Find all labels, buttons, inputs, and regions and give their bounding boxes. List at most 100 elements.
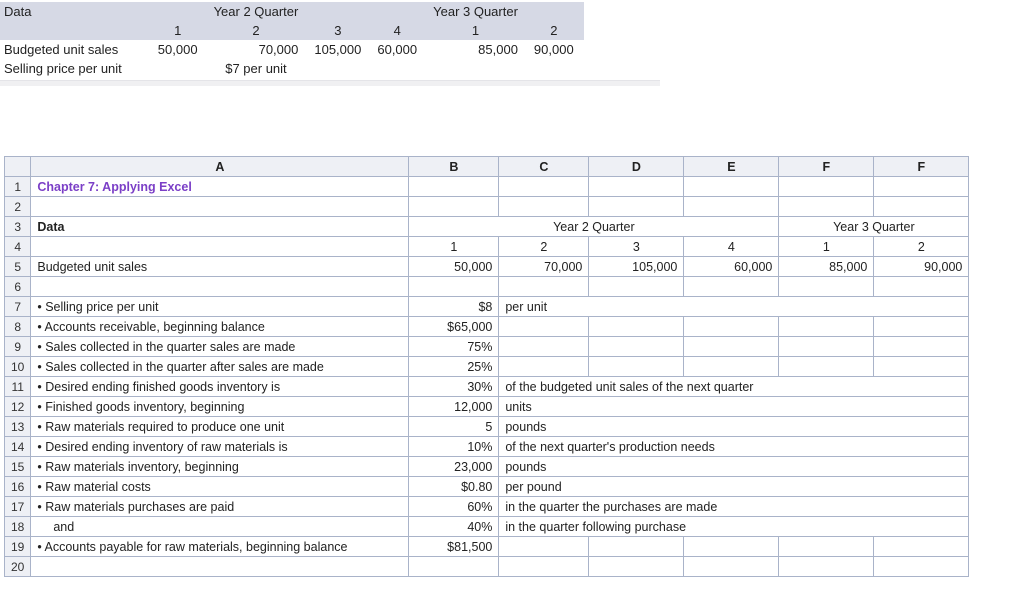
cell[interactable] bbox=[589, 357, 684, 377]
row-number[interactable]: 4 bbox=[5, 237, 31, 257]
row-number[interactable]: 11 bbox=[5, 377, 31, 397]
cell[interactable] bbox=[409, 277, 499, 297]
cell[interactable] bbox=[779, 337, 874, 357]
cell[interactable] bbox=[874, 277, 969, 297]
cell[interactable]: 25% bbox=[409, 357, 499, 377]
cell[interactable] bbox=[31, 277, 409, 297]
cell[interactable]: • Desired ending inventory of raw materi… bbox=[31, 437, 409, 457]
col-header[interactable]: C bbox=[499, 157, 589, 177]
cell[interactable]: units bbox=[499, 397, 969, 417]
cell[interactable]: 1 bbox=[779, 237, 874, 257]
cell[interactable] bbox=[589, 277, 684, 297]
cell[interactable] bbox=[874, 557, 969, 577]
cell[interactable] bbox=[779, 277, 874, 297]
cell[interactable]: 90,000 bbox=[874, 257, 969, 277]
cell[interactable] bbox=[499, 537, 589, 557]
cell[interactable]: 60,000 bbox=[684, 257, 779, 277]
year2-quarter-header[interactable]: Year 2 Quarter bbox=[409, 217, 779, 237]
cell[interactable] bbox=[874, 177, 969, 197]
col-header[interactable]: A bbox=[31, 157, 409, 177]
cell[interactable] bbox=[589, 317, 684, 337]
cell[interactable] bbox=[409, 557, 499, 577]
row-number[interactable]: 19 bbox=[5, 537, 31, 557]
row-number[interactable]: 10 bbox=[5, 357, 31, 377]
col-header[interactable]: D bbox=[589, 157, 684, 177]
col-header[interactable]: B bbox=[409, 157, 499, 177]
cell[interactable] bbox=[779, 317, 874, 337]
cell[interactable] bbox=[589, 337, 684, 357]
cell[interactable]: of the next quarter's production needs bbox=[499, 437, 969, 457]
cell[interactable]: • Desired ending finished goods inventor… bbox=[31, 377, 409, 397]
cell[interactable]: of the budgeted unit sales of the next q… bbox=[499, 377, 969, 397]
cell[interactable]: Budgeted unit sales bbox=[31, 257, 409, 277]
cell[interactable]: • Raw material costs bbox=[31, 477, 409, 497]
cell[interactable]: 3 bbox=[589, 237, 684, 257]
cell[interactable]: 40% bbox=[409, 517, 499, 537]
cell[interactable] bbox=[874, 317, 969, 337]
row-number[interactable]: 14 bbox=[5, 437, 31, 457]
cell[interactable]: 1 bbox=[409, 237, 499, 257]
cell[interactable] bbox=[684, 277, 779, 297]
cell[interactable] bbox=[684, 557, 779, 577]
cell[interactable] bbox=[31, 197, 409, 217]
row-number[interactable]: 6 bbox=[5, 277, 31, 297]
row-number[interactable]: 3 bbox=[5, 217, 31, 237]
cell[interactable] bbox=[779, 537, 874, 557]
corner-cell[interactable] bbox=[5, 157, 31, 177]
cell[interactable] bbox=[684, 317, 779, 337]
cell[interactable]: • Selling price per unit bbox=[31, 297, 409, 317]
cell[interactable]: 5 bbox=[409, 417, 499, 437]
cell[interactable] bbox=[874, 197, 969, 217]
row-number[interactable]: 17 bbox=[5, 497, 31, 517]
cell[interactable] bbox=[779, 557, 874, 577]
row-number[interactable]: 1 bbox=[5, 177, 31, 197]
cell[interactable]: $65,000 bbox=[409, 317, 499, 337]
cell[interactable] bbox=[31, 237, 409, 257]
cell[interactable]: $0.80 bbox=[409, 477, 499, 497]
row-number[interactable]: 15 bbox=[5, 457, 31, 477]
cell[interactable] bbox=[684, 357, 779, 377]
cell[interactable] bbox=[779, 357, 874, 377]
cell[interactable]: • Raw materials required to produce one … bbox=[31, 417, 409, 437]
cell[interactable]: pounds bbox=[499, 417, 969, 437]
cell[interactable] bbox=[874, 537, 969, 557]
cell[interactable]: and bbox=[31, 517, 409, 537]
year3-quarter-header[interactable]: Year 3 Quarter bbox=[779, 217, 969, 237]
cell[interactable]: • Accounts receivable, beginning balance bbox=[31, 317, 409, 337]
cell[interactable]: 85,000 bbox=[779, 257, 874, 277]
cell[interactable] bbox=[684, 177, 779, 197]
cell[interactable] bbox=[409, 197, 499, 217]
cell[interactable] bbox=[409, 177, 499, 197]
cell[interactable]: • Raw materials purchases are paid bbox=[31, 497, 409, 517]
row-number[interactable]: 13 bbox=[5, 417, 31, 437]
cell[interactable] bbox=[589, 537, 684, 557]
row-number[interactable]: 9 bbox=[5, 337, 31, 357]
cell[interactable] bbox=[684, 197, 779, 217]
cell[interactable] bbox=[499, 357, 589, 377]
row-number[interactable]: 12 bbox=[5, 397, 31, 417]
cell[interactable]: • Sales collected in the quarter sales a… bbox=[31, 337, 409, 357]
cell[interactable] bbox=[684, 537, 779, 557]
cell[interactable]: pounds bbox=[499, 457, 969, 477]
cell[interactable]: 10% bbox=[409, 437, 499, 457]
cell[interactable]: 70,000 bbox=[499, 257, 589, 277]
col-header[interactable]: F bbox=[874, 157, 969, 177]
cell[interactable]: per pound bbox=[499, 477, 969, 497]
cell[interactable]: $81,500 bbox=[409, 537, 499, 557]
cell[interactable]: 2 bbox=[874, 237, 969, 257]
col-header[interactable]: E bbox=[684, 157, 779, 177]
cell[interactable] bbox=[499, 197, 589, 217]
cell[interactable]: 75% bbox=[409, 337, 499, 357]
row-number[interactable]: 5 bbox=[5, 257, 31, 277]
cell[interactable] bbox=[874, 337, 969, 357]
cell[interactable]: • Raw materials inventory, beginning bbox=[31, 457, 409, 477]
row-number[interactable]: 18 bbox=[5, 517, 31, 537]
cell[interactable] bbox=[779, 177, 874, 197]
cell[interactable] bbox=[31, 557, 409, 577]
row-number[interactable]: 20 bbox=[5, 557, 31, 577]
cell[interactable]: • Sales collected in the quarter after s… bbox=[31, 357, 409, 377]
cell[interactable]: Chapter 7: Applying Excel bbox=[31, 177, 409, 197]
cell[interactable]: 50,000 bbox=[409, 257, 499, 277]
cell[interactable]: 23,000 bbox=[409, 457, 499, 477]
row-number[interactable]: 8 bbox=[5, 317, 31, 337]
